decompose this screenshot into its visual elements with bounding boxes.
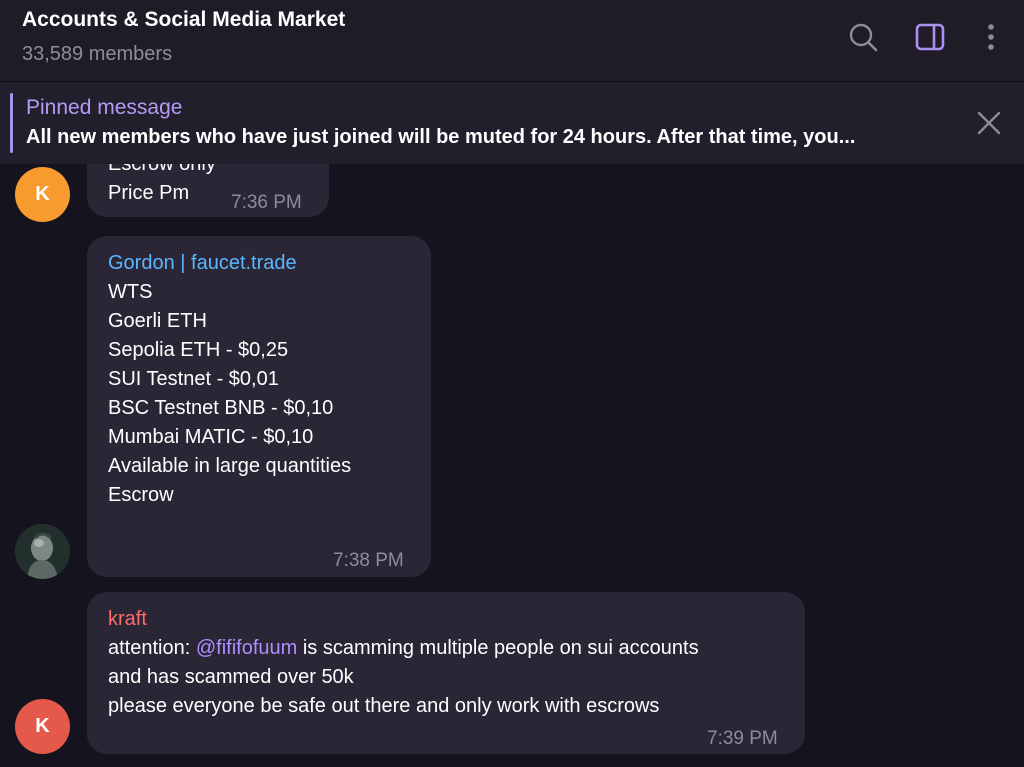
message-text-line: WTS bbox=[108, 281, 153, 303]
close-icon[interactable] bbox=[974, 108, 1004, 138]
sender-name[interactable]: Gordon | faucet.trade bbox=[108, 249, 351, 278]
pinned-text: All new members who have just joined wil… bbox=[26, 126, 856, 148]
message-text-line: Mumbai MATIC - $0,10 bbox=[108, 426, 314, 448]
sidebar-toggle-icon[interactable] bbox=[913, 20, 947, 54]
message-time: 7:39 PM bbox=[707, 728, 778, 749]
pinned-title: Pinned message bbox=[26, 96, 183, 119]
message-bubble[interactable]: kraft attention: @fififofuum is scamming… bbox=[87, 592, 805, 754]
message-text: attention: bbox=[108, 637, 196, 659]
message-text-line: SUI Testnet - $0,01 bbox=[108, 368, 279, 390]
member-count: 33,589 members bbox=[22, 43, 173, 65]
message-text-line: Escrow bbox=[108, 484, 174, 506]
search-icon[interactable] bbox=[846, 20, 880, 54]
pinned-message[interactable]: Pinned message All new members who have … bbox=[0, 82, 1024, 164]
user-mention-link[interactable]: @fififofuum bbox=[196, 637, 297, 659]
message-bubble[interactable]: Escrow only Price Pm 7:36 PM bbox=[87, 164, 329, 217]
pinned-accent-bar bbox=[10, 93, 13, 153]
message-text-line: please everyone be safe out there and on… bbox=[108, 695, 660, 717]
sender-name[interactable]: kraft bbox=[108, 605, 699, 634]
chat-header: Accounts & Social Media Market 33,589 me… bbox=[0, 0, 1024, 82]
message-text-line: Price Pm bbox=[108, 182, 190, 204]
bust-statue-icon bbox=[15, 524, 70, 579]
avatar[interactable]: K bbox=[15, 167, 70, 222]
message-text-line: BSC Testnet BNB - $0,10 bbox=[108, 397, 334, 419]
message-time: 7:38 PM bbox=[333, 550, 404, 571]
message-bubble[interactable]: Gordon | faucet.trade WTS Goerli ETH Sep… bbox=[87, 236, 431, 577]
message-time: 7:36 PM bbox=[231, 192, 302, 213]
avatar-initial: K bbox=[35, 715, 50, 737]
avatar[interactable]: K bbox=[15, 699, 70, 754]
chat-title[interactable]: Accounts & Social Media Market bbox=[22, 8, 345, 32]
message-text-line: Escrow only bbox=[108, 164, 216, 175]
avatar[interactable] bbox=[15, 524, 70, 579]
message-text-line: Available in large quantities bbox=[108, 455, 352, 477]
more-vertical-icon[interactable] bbox=[974, 20, 1008, 54]
avatar-initial: K bbox=[35, 183, 50, 205]
message-list[interactable]: K Escrow only Price Pm 7:36 PM Gordon | … bbox=[0, 164, 1024, 767]
message-text: is scamming multiple people on sui accou… bbox=[297, 637, 699, 659]
message-text-line: Goerli ETH bbox=[108, 310, 207, 332]
message-text-line: and has scammed over 50k bbox=[108, 666, 354, 688]
message-text-line: Sepolia ETH - $0,25 bbox=[108, 339, 289, 361]
